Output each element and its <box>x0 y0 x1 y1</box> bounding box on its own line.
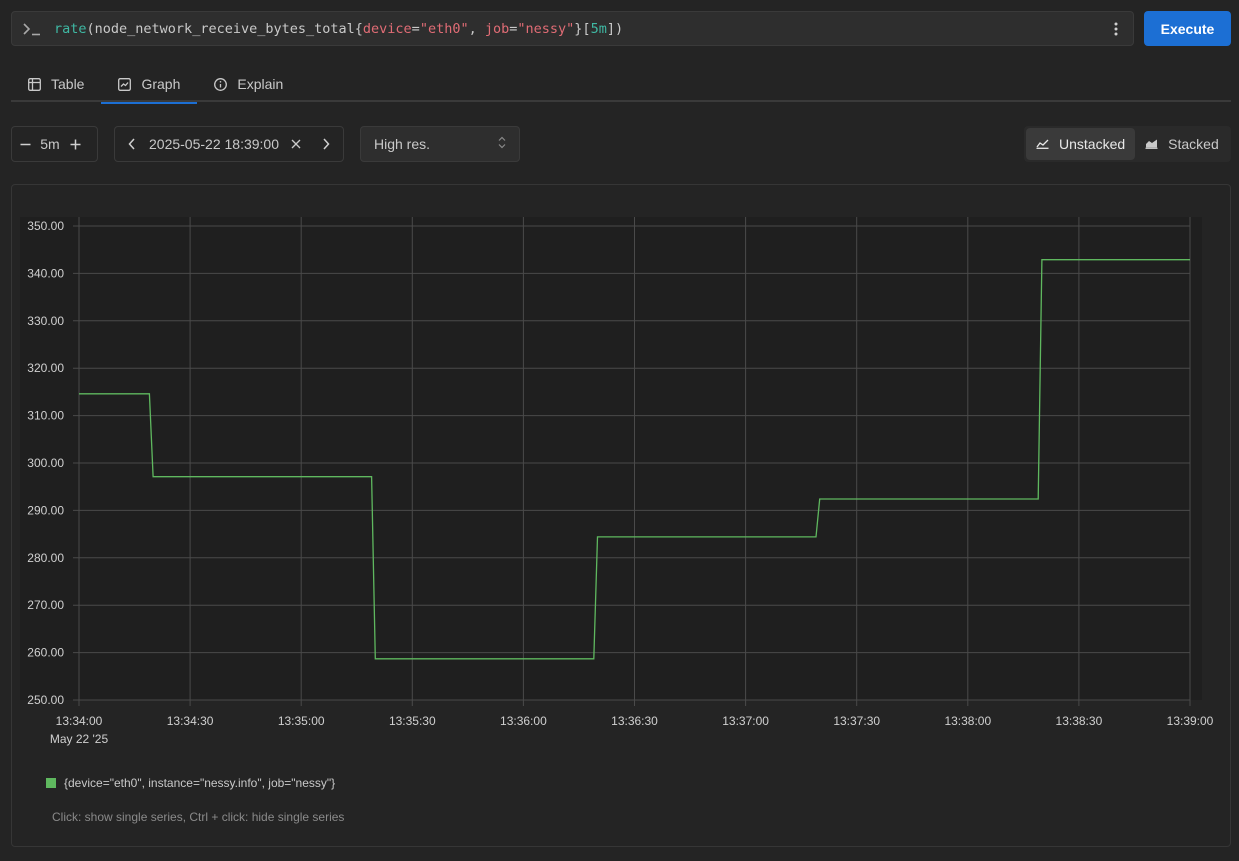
x-tick-label: 13:36:00 <box>500 714 547 728</box>
x-tick-label: 13:38:00 <box>944 714 991 728</box>
x-tick-label: 13:34:30 <box>167 714 214 728</box>
time-series-chart[interactable]: 250.00 260.00 270.00 280.00 290.00 300.00 310.… <box>0 0 1239 861</box>
y-tick-label: 260.00 <box>27 646 64 660</box>
legend-item[interactable]: {device="eth0", instance="nessy.info", j… <box>46 776 335 790</box>
y-tick-label: 250.00 <box>27 693 64 707</box>
y-tick-label: 300.00 <box>27 456 64 470</box>
x-tick-label: 13:34:00 <box>56 714 103 728</box>
x-tick-label: 13:35:30 <box>389 714 436 728</box>
y-tick-label: 330.00 <box>27 314 64 328</box>
legend-label: {device="eth0", instance="nessy.info", j… <box>64 776 336 790</box>
y-tick-label: 280.00 <box>27 551 64 565</box>
x-tick-label: 13:37:30 <box>833 714 880 728</box>
y-tick-label: 350.00 <box>27 219 64 233</box>
x-axis-date-label: May 22 '25 <box>50 732 109 746</box>
y-tick-label: 310.00 <box>27 409 64 423</box>
plot-area <box>20 217 1202 700</box>
legend-swatch <box>46 778 56 788</box>
x-tick-label: 13:35:00 <box>278 714 325 728</box>
legend-hint: Click: show single series, Ctrl + click:… <box>52 810 345 824</box>
x-tick-label: 13:36:30 <box>611 714 658 728</box>
y-tick-label: 270.00 <box>27 598 64 612</box>
x-tick-label: 13:37:00 <box>722 714 769 728</box>
x-tick-label: 13:38:30 <box>1056 714 1103 728</box>
y-tick-label: 290.00 <box>27 503 64 517</box>
y-tick-label: 320.00 <box>27 361 64 375</box>
y-tick-label: 340.00 <box>27 266 64 280</box>
x-axis: 13:34:00 13:34:30 13:35:00 13:35:30 13:36:00… <box>56 714 1214 728</box>
x-tick-label: 13:39:00 <box>1167 714 1214 728</box>
